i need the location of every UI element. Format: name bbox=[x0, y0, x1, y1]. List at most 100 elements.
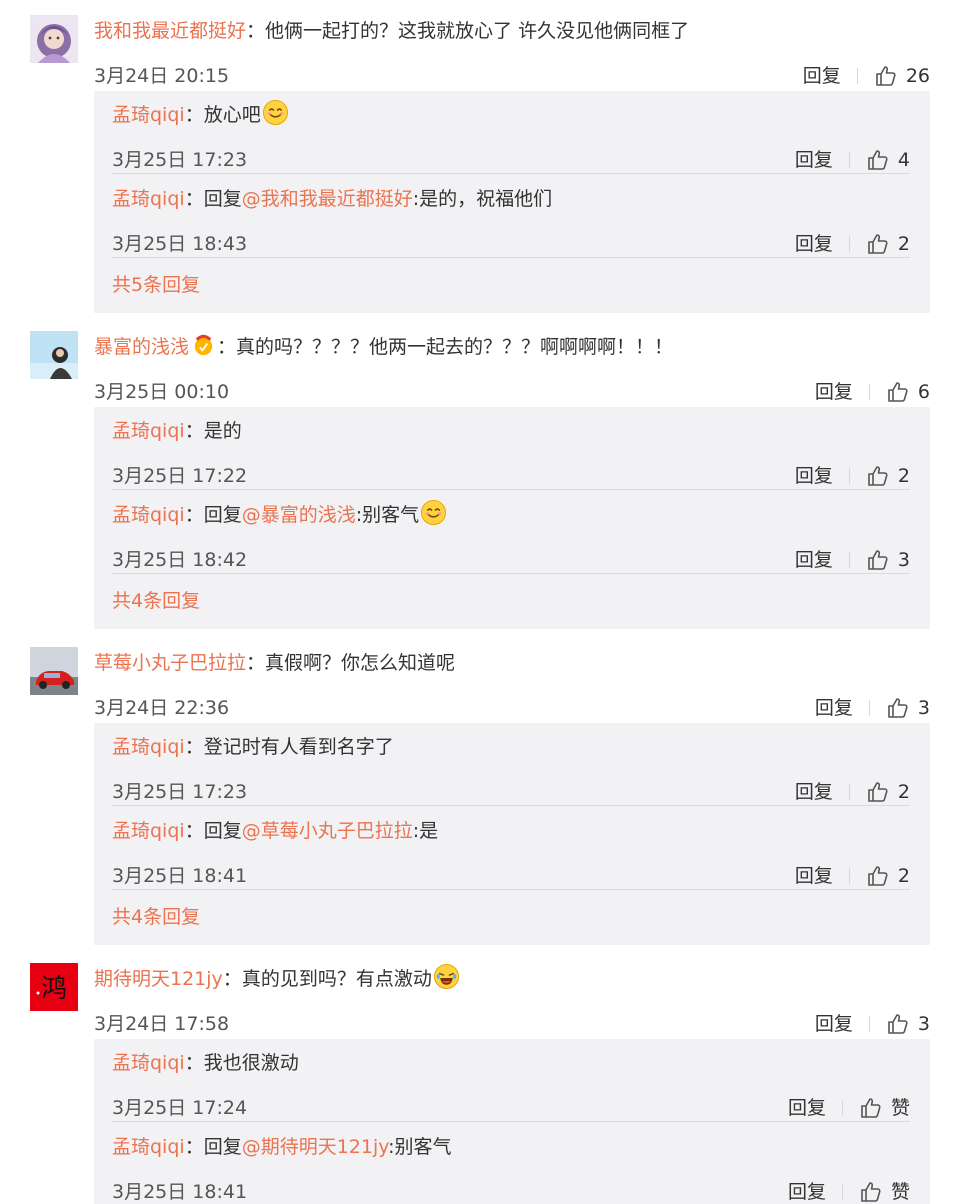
reply-text-line: 孟琦qiqi：回复@我和我最近都挺好:是的，祝福他们 bbox=[112, 183, 910, 215]
comment-date: 3月25日 00:10 bbox=[94, 381, 230, 403]
like-count: 3 bbox=[917, 697, 930, 719]
mention-link[interactable]: @草莓小丸子巴拉拉 bbox=[242, 820, 413, 842]
avatar[interactable] bbox=[30, 647, 78, 695]
reply-button[interactable]: 回复 bbox=[788, 1175, 826, 1204]
like-count: 2 bbox=[897, 233, 910, 255]
avatar[interactable] bbox=[30, 15, 78, 63]
reply-button[interactable]: 回复 bbox=[815, 375, 853, 409]
more-replies-link[interactable]: 共5条回复 bbox=[112, 270, 200, 300]
like-count: 2 bbox=[897, 865, 910, 887]
divider bbox=[848, 468, 850, 484]
reply-actions: 回复 2 bbox=[795, 859, 910, 893]
reply-meta: 3月25日 17:23 回复 2 bbox=[112, 775, 910, 809]
reply-button[interactable]: 回复 bbox=[795, 859, 833, 893]
reply-date: 3月25日 17:23 bbox=[112, 149, 248, 171]
colon: ： bbox=[184, 736, 204, 758]
username[interactable]: 期待明天121jy bbox=[94, 968, 223, 990]
more-replies-link[interactable]: 共4条回复 bbox=[112, 902, 200, 932]
like-button[interactable]: 赞 bbox=[859, 1091, 910, 1125]
colon: ： bbox=[184, 420, 204, 442]
reply-meta: 3月25日 18:41 回复 2 bbox=[112, 859, 910, 893]
username[interactable]: 孟琦qiqi bbox=[112, 736, 185, 758]
colon: ： bbox=[246, 20, 266, 42]
comment-feed: 我和我最近都挺好：他俩一起打的？这我就放心了 许久没见他俩同框了 3月24日 2… bbox=[0, 0, 960, 1204]
like-button[interactable]: 3 bbox=[866, 543, 910, 577]
reply-meta: 3月25日 17:24 回复 赞 bbox=[112, 1091, 910, 1125]
reply-text: 我也很激动 bbox=[203, 1052, 299, 1074]
mention-link[interactable]: @期待明天121jy bbox=[242, 1136, 388, 1158]
reply-divider bbox=[112, 805, 910, 806]
comment-text: 他俩一起打的？这我就放心了 许久没见他俩同框了 bbox=[265, 20, 690, 42]
colon: ： bbox=[184, 188, 204, 210]
thumbs-up-icon bbox=[874, 64, 898, 88]
like-button[interactable]: 4 bbox=[866, 143, 910, 177]
avatar[interactable] bbox=[30, 331, 78, 379]
like-label: 赞 bbox=[890, 1097, 910, 1119]
reply-button[interactable]: 回复 bbox=[803, 59, 841, 93]
username[interactable]: 孟琦qiqi bbox=[112, 1136, 185, 1158]
reply-text: 放心吧 bbox=[203, 104, 261, 126]
like-button[interactable]: 3 bbox=[886, 691, 930, 725]
username[interactable]: 孟琦qiqi bbox=[112, 104, 185, 126]
reply-text-line: 孟琦qiqi：回复@暴富的浅浅:别客气 bbox=[112, 499, 910, 531]
reply-button[interactable]: 回复 bbox=[795, 143, 833, 177]
reply-date: 3月25日 17:23 bbox=[112, 781, 248, 803]
divider bbox=[848, 552, 850, 568]
comment-date: 3月24日 22:36 bbox=[94, 697, 230, 719]
colon: ： bbox=[184, 504, 204, 526]
like-button[interactable]: 6 bbox=[886, 375, 930, 409]
like-count: 2 bbox=[897, 465, 910, 487]
username[interactable]: 孟琦qiqi bbox=[112, 820, 185, 842]
reply-prefix: 回复 bbox=[203, 504, 242, 526]
reply-text-line: 孟琦qiqi：我也很激动 bbox=[112, 1047, 910, 1079]
reply-meta: 3月25日 18:43 回复 2 bbox=[112, 227, 910, 261]
more-replies-link[interactable]: 共4条回复 bbox=[112, 586, 200, 616]
like-label: 赞 bbox=[890, 1181, 910, 1203]
username[interactable]: 孟琦qiqi bbox=[112, 1052, 185, 1074]
comment-text-line: 期待明天121jy：真的见到吗？有点激动 bbox=[94, 963, 940, 995]
reply-meta: 3月25日 17:23 回复 4 bbox=[112, 143, 910, 177]
reply-actions: 回复 2 bbox=[795, 227, 910, 261]
divider bbox=[856, 68, 858, 84]
reply-button[interactable]: 回复 bbox=[795, 459, 833, 493]
avatar-calligraphy: 鸿 bbox=[41, 974, 67, 1004]
like-button[interactable]: 26 bbox=[874, 59, 930, 93]
like-button[interactable]: 2 bbox=[866, 775, 910, 809]
username[interactable]: 草莓小丸子巴拉拉 bbox=[94, 652, 246, 674]
like-button[interactable]: 2 bbox=[866, 859, 910, 893]
mention-link[interactable]: @我和我最近都挺好 bbox=[242, 188, 413, 210]
colon: ： bbox=[184, 104, 204, 126]
like-button[interactable]: 2 bbox=[866, 227, 910, 261]
like-button[interactable]: 3 bbox=[886, 1007, 930, 1041]
reply-divider bbox=[112, 489, 910, 490]
thumbs-up-icon bbox=[866, 780, 890, 804]
username[interactable]: 暴富的浅浅 bbox=[94, 336, 189, 358]
like-button[interactable]: 赞 bbox=[859, 1175, 910, 1204]
reply-box: 孟琦qiqi：放心吧 3月25日 17:23 回复 4 孟琦qiqi：回复@我和… bbox=[94, 91, 930, 313]
reply-button[interactable]: 回复 bbox=[815, 691, 853, 725]
avatar[interactable]: 鸿 bbox=[30, 963, 78, 1011]
username[interactable]: 我和我最近都挺好 bbox=[94, 20, 246, 42]
reply-button[interactable]: 回复 bbox=[795, 543, 833, 577]
reply-text-line: 孟琦qiqi：回复@草莓小丸子巴拉拉:是 bbox=[112, 815, 910, 847]
reply-actions: 回复 4 bbox=[795, 143, 910, 177]
reply-prefix: 回复 bbox=[203, 1136, 242, 1158]
username[interactable]: 孟琦qiqi bbox=[112, 188, 185, 210]
colon: ： bbox=[184, 820, 204, 842]
thumbs-up-icon bbox=[866, 464, 890, 488]
like-button[interactable]: 2 bbox=[866, 459, 910, 493]
reply-prefix: 回复 bbox=[203, 188, 242, 210]
like-count: 4 bbox=[897, 149, 910, 171]
reply-date: 3月25日 18:41 bbox=[112, 865, 248, 887]
mention-link[interactable]: @暴富的浅浅 bbox=[242, 504, 356, 526]
colon: ： bbox=[222, 968, 242, 990]
reply-date: 3月25日 17:24 bbox=[112, 1097, 248, 1119]
username[interactable]: 孟琦qiqi bbox=[112, 504, 185, 526]
reply-button[interactable]: 回复 bbox=[815, 1007, 853, 1041]
colon: ： bbox=[184, 1052, 204, 1074]
reply-button[interactable]: 回复 bbox=[788, 1091, 826, 1125]
reply-button[interactable]: 回复 bbox=[795, 775, 833, 809]
username[interactable]: 孟琦qiqi bbox=[112, 420, 185, 442]
divider bbox=[848, 868, 850, 884]
reply-button[interactable]: 回复 bbox=[795, 227, 833, 261]
